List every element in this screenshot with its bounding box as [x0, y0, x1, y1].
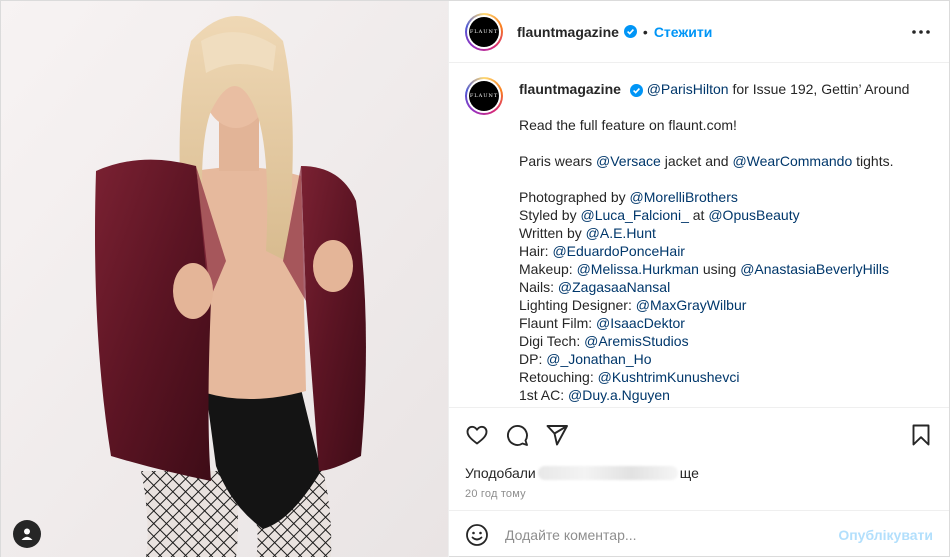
verified-badge-icon — [623, 25, 637, 38]
avatar-logo: FLAUNT — [469, 81, 499, 111]
caption-line: Hair: @EduardoPonceHair — [519, 242, 909, 260]
caption-body: Read the full feature on flaunt.com! Pari… — [519, 98, 909, 404]
caption-line: 1st AC: @Duy.a.Nguyen — [519, 386, 909, 404]
caption-text: jacket and — [660, 153, 733, 169]
caption-username[interactable]: flauntmagazine — [519, 81, 621, 97]
avatar-logo: FLAUNT — [469, 16, 499, 47]
avatar-ring: FLAUNT — [467, 79, 501, 113]
post-caption: flauntmagazine @ParisHilton for Issue 19… — [519, 77, 909, 407]
post-header: FLAUNT flauntmagazine • Стежити — [449, 1, 949, 63]
publish-button[interactable]: Опублікувати — [838, 527, 933, 543]
mention-link[interactable]: @WearCommando — [732, 153, 852, 169]
likes-prefix: Уподобали — [465, 465, 536, 481]
caption-text: at — [688, 207, 709, 223]
avatar-ring: FLAUNT — [467, 14, 501, 49]
mention-link[interactable]: @Luca_Falcioni_ — [580, 207, 688, 223]
likes-summary[interactable]: Уподобали ще — [449, 462, 949, 484]
mention-link[interactable]: @IsaacDektor — [596, 315, 685, 331]
author-username[interactable]: flauntmagazine — [517, 24, 619, 40]
mention-link[interactable]: @AremisStudios — [584, 333, 688, 349]
more-horizontal-icon — [912, 29, 930, 34]
caption-text: DP: — [519, 351, 547, 367]
comment-input[interactable] — [505, 526, 839, 543]
heart-icon[interactable] — [465, 423, 489, 447]
caption-line: Written by @A.E.Hunt — [519, 224, 909, 242]
verified-badge-icon — [629, 83, 643, 97]
caption-line: DP: @_Jonathan_Ho — [519, 350, 909, 368]
mention-link[interactable]: @ZagasaaNansal — [558, 279, 670, 295]
post-photo[interactable] — [1, 1, 448, 557]
follow-button[interactable]: Стежити — [654, 24, 713, 40]
caption-text: tights. — [852, 153, 894, 169]
caption-line: Nails: @ZagasaaNansal — [519, 278, 909, 296]
mention-link[interactable]: @Versace — [596, 153, 661, 169]
comment-bubble-icon[interactable] — [505, 423, 529, 447]
more-options-button[interactable] — [909, 20, 933, 44]
paper-plane-icon[interactable] — [545, 423, 569, 447]
photo-illustration — [1, 1, 448, 557]
tagged-users-button[interactable] — [13, 520, 41, 548]
caption-text: Flaunt Film: — [519, 315, 597, 331]
caption-text: Nails: — [519, 279, 558, 295]
caption-line: Flaunt Film: @IsaacDektor — [519, 314, 909, 332]
mention-link[interactable]: @_Jonathan_Ho — [546, 351, 651, 367]
caption-text: Lighting Designer: — [519, 297, 636, 313]
mention-link[interactable]: @MorelliBrothers — [630, 189, 738, 205]
caption-text: Paris wears — [519, 153, 597, 169]
caption-line: Read the full feature on flaunt.com! — [519, 116, 909, 134]
instagram-post: FLAUNT flauntmagazine • Стежити FLAUNT f… — [0, 0, 950, 557]
caption-first-line: flauntmagazine @ParisHilton for Issue 19… — [519, 80, 909, 98]
caption-text: Makeup: — [519, 261, 577, 277]
caption-text: Hair: — [519, 243, 553, 259]
smiley-icon[interactable] — [465, 523, 489, 547]
bookmark-icon[interactable] — [909, 423, 933, 447]
caption-author-avatar[interactable]: FLAUNT — [465, 77, 503, 115]
caption-text: Written by — [519, 225, 586, 241]
caption-text: Digi Tech: — [519, 333, 585, 349]
separator-dot: • — [642, 23, 648, 40]
caption-line: Retouching: @KushtrimKunushevci — [519, 368, 909, 386]
action-bar — [449, 408, 949, 462]
person-icon — [21, 528, 33, 540]
mention-link[interactable]: @OpusBeauty — [708, 207, 799, 223]
mention-link[interactable]: @MaxGrayWilbur — [636, 297, 747, 313]
mention-link[interactable]: @ParisHilton — [647, 81, 729, 97]
mention-link[interactable]: @KushtrimKunushevci — [598, 369, 740, 385]
mention-link[interactable]: @Duy.a.Nguyen — [568, 387, 670, 403]
mention-link[interactable]: @A.E.Hunt — [586, 225, 656, 241]
caption-text: Read the full feature on flaunt.com! — [519, 117, 737, 133]
caption-area: FLAUNT flauntmagazine @ParisHilton for I… — [449, 63, 949, 408]
mention-link[interactable]: @Melissa.Hurkman — [577, 261, 699, 277]
caption-text: using — [698, 261, 741, 277]
caption-text: Retouching: — [519, 369, 598, 385]
caption-line: Styled by @Luca_Falcioni_ at @OpusBeauty — [519, 206, 909, 224]
post-timestamp[interactable]: 20 год тому — [449, 484, 949, 510]
caption-text: for Issue 192, Gettin’ Around — [728, 81, 910, 97]
mention-link[interactable]: @EduardoPonceHair — [552, 243, 685, 259]
likes-names-redacted — [537, 466, 678, 480]
caption-line: Paris wears @Versace jacket and @WearCom… — [519, 152, 909, 170]
caption-text: Photographed by — [519, 189, 630, 205]
caption-text: Styled by — [519, 207, 581, 223]
caption-line: Photographed by @MorelliBrothers — [519, 188, 909, 206]
caption-text: 1st AC: — [519, 387, 569, 403]
post-details-panel: FLAUNT flauntmagazine • Стежити FLAUNT f… — [448, 1, 949, 557]
caption-line: Lighting Designer: @MaxGrayWilbur — [519, 296, 909, 314]
comment-composer: Опублікувати — [449, 510, 949, 557]
mention-link[interactable]: @AnastasiaBeverlyHills — [740, 261, 889, 277]
caption-line: Makeup: @Melissa.Hurkman using @Anastasi… — [519, 260, 909, 278]
author-avatar[interactable]: FLAUNT — [465, 12, 503, 51]
caption-first-line-text: @ParisHilton for Issue 192, Gettin’ Arou… — [647, 81, 910, 97]
caption-line: Digi Tech: @AremisStudios — [519, 332, 909, 350]
likes-suffix: ще — [679, 465, 699, 481]
